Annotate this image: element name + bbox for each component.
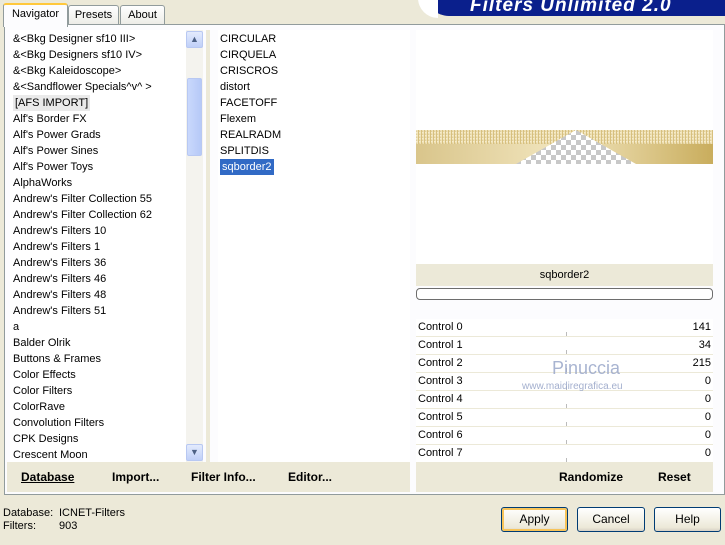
category-item[interactable]: Buttons & Frames xyxy=(13,351,101,367)
progress-bar xyxy=(416,288,713,300)
control-tick xyxy=(566,440,567,444)
control-value[interactable]: 215 xyxy=(693,357,711,369)
list-divider xyxy=(206,30,210,462)
import-button[interactable]: Import... xyxy=(112,470,159,484)
tab-navigator[interactable]: Navigator xyxy=(3,3,68,27)
control-tick xyxy=(566,404,567,408)
brand-title: Filters Unlimited 2.0 xyxy=(425,0,725,16)
category-item[interactable]: Alf's Power Toys xyxy=(13,159,93,175)
apply-button[interactable]: Apply xyxy=(501,507,568,532)
category-item[interactable]: Crescent Moon xyxy=(13,447,88,463)
control-value[interactable]: 0 xyxy=(705,447,711,459)
cancel-button[interactable]: Cancel xyxy=(577,507,645,532)
control-row[interactable]: Control 5 0 xyxy=(416,409,713,427)
category-item[interactable]: &<Bkg Kaleidoscope> xyxy=(13,63,121,79)
category-item[interactable]: Andrew's Filters 46 xyxy=(13,271,106,287)
preview-image xyxy=(416,130,713,164)
category-item[interactable]: [AFS IMPORT] xyxy=(13,95,91,111)
database-button[interactable]: Database xyxy=(21,470,74,484)
category-item[interactable]: Alf's Power Grads xyxy=(13,127,101,143)
control-value[interactable]: 0 xyxy=(705,393,711,405)
control-label: Control 2 xyxy=(418,357,463,369)
control-value[interactable]: 0 xyxy=(705,375,711,387)
category-item[interactable]: ColorRave xyxy=(13,399,65,415)
control-label: Control 4 xyxy=(418,393,463,405)
watermark-name: Pinuccia xyxy=(552,358,621,378)
control-label: Control 1 xyxy=(418,339,463,351)
category-list[interactable]: &<Bkg Designer sf10 III> &<Bkg Designers … xyxy=(10,30,186,462)
control-label: Control 0 xyxy=(418,321,463,333)
category-item[interactable]: Color Effects xyxy=(13,367,76,383)
help-button[interactable]: Help xyxy=(654,507,721,532)
control-tick xyxy=(566,422,567,426)
database-value: ICNET-Filters xyxy=(59,507,125,519)
filter-list[interactable]: CIRCULAR CIRQUELA CRISCROS distort FACETOFF F… xyxy=(218,30,410,462)
control-value[interactable]: 0 xyxy=(705,411,711,423)
filter-item[interactable]: CIRQUELA xyxy=(220,47,276,63)
control-row[interactable]: Control 0 141 xyxy=(416,319,713,337)
brand-edge xyxy=(418,0,438,18)
control-tick xyxy=(566,350,567,354)
database-label: Database: xyxy=(3,507,54,519)
control-tick xyxy=(566,332,567,336)
category-item[interactable]: &<Bkg Designers sf10 IV> xyxy=(13,47,142,63)
control-row[interactable]: Control 4 0 xyxy=(416,391,713,409)
filter-item[interactable]: Flexem xyxy=(220,111,256,127)
category-item[interactable]: Andrew's Filter Collection 62 xyxy=(13,207,152,223)
category-item[interactable]: Andrew's Filters 1 xyxy=(13,239,100,255)
control-label: Control 5 xyxy=(418,411,463,423)
category-item[interactable]: Alf's Power Sines xyxy=(13,143,98,159)
filter-item[interactable]: REALRADM xyxy=(220,127,281,143)
category-item[interactable]: Andrew's Filters 51 xyxy=(13,303,106,319)
tab-about[interactable]: About xyxy=(120,5,165,25)
control-value[interactable]: 0 xyxy=(705,429,711,441)
category-item[interactable]: Balder Olrik xyxy=(13,335,70,351)
category-item[interactable]: AlphaWorks xyxy=(13,175,72,191)
scroll-down-icon[interactable]: ▼ xyxy=(186,444,203,461)
category-item[interactable]: Andrew's Filters 48 xyxy=(13,287,106,303)
selected-filter-name: sqborder2 xyxy=(416,264,713,286)
category-item[interactable]: Andrew's Filters 36 xyxy=(13,255,106,271)
category-item[interactable]: &<Sandflower Specials^v^ > xyxy=(13,79,152,95)
filter-info-button[interactable]: Filter Info... xyxy=(191,470,256,484)
control-label: Control 7 xyxy=(418,447,463,459)
filters-count: 903 xyxy=(59,520,78,532)
watermark-site: www.maidiregrafica.eu xyxy=(522,381,623,392)
category-item[interactable]: CPK Designs xyxy=(13,431,78,447)
filter-item[interactable]: sqborder2 xyxy=(220,159,274,175)
filter-item[interactable]: FACETOFF xyxy=(220,95,277,111)
control-value[interactable]: 34 xyxy=(699,339,711,351)
category-item[interactable]: &<Bkg Designer sf10 III> xyxy=(13,31,135,47)
preview-area xyxy=(416,30,713,264)
control-label: Control 6 xyxy=(418,429,463,441)
category-scrollbar[interactable]: ▲ ▼ xyxy=(186,30,203,462)
reset-button[interactable]: Reset xyxy=(658,470,691,484)
editor-button[interactable]: Editor... xyxy=(288,470,332,484)
control-label: Control 3 xyxy=(418,375,463,387)
tab-presets[interactable]: Presets xyxy=(68,5,119,25)
category-item[interactable]: Color Filters xyxy=(13,383,72,399)
category-item[interactable]: a xyxy=(13,319,19,335)
scroll-up-icon[interactable]: ▲ xyxy=(186,31,203,48)
randomize-button[interactable]: Randomize xyxy=(559,470,623,484)
filter-item[interactable]: SPLITDIS xyxy=(220,143,269,159)
control-row[interactable]: Control 1 34 xyxy=(416,337,713,355)
category-item[interactable]: Alf's Border FX xyxy=(13,111,87,127)
scroll-thumb[interactable] xyxy=(187,78,202,156)
filters-label: Filters: xyxy=(3,520,36,532)
control-row[interactable]: Control 7 0 xyxy=(416,445,713,463)
filter-item[interactable]: distort xyxy=(220,79,250,95)
control-value[interactable]: 141 xyxy=(693,321,711,333)
category-item[interactable]: Andrew's Filter Collection 55 xyxy=(13,191,152,207)
filter-item[interactable]: CRISCROS xyxy=(220,63,278,79)
filter-item[interactable]: CIRCULAR xyxy=(220,31,276,47)
category-item[interactable]: Convolution Filters xyxy=(13,415,104,431)
control-row[interactable]: Control 6 0 xyxy=(416,427,713,445)
category-item[interactable]: Andrew's Filters 10 xyxy=(13,223,106,239)
